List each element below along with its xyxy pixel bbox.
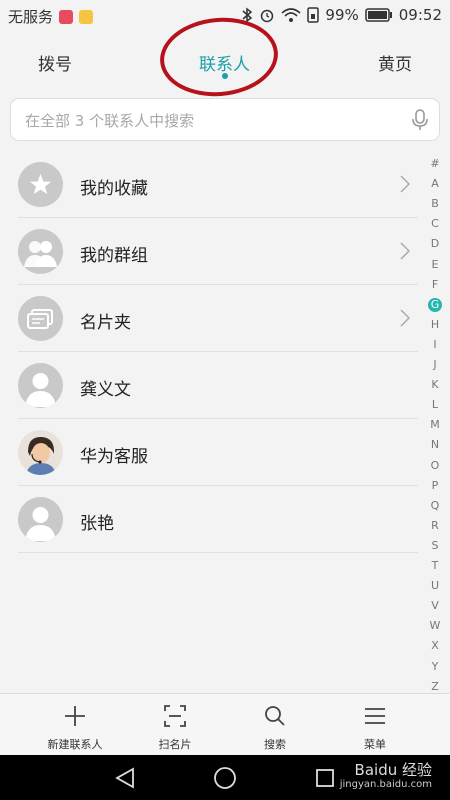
index-letter-h[interactable]: H	[424, 315, 446, 335]
index-letter-y[interactable]: Y	[424, 657, 446, 677]
clock: 09:52	[398, 6, 442, 24]
recents-icon[interactable]	[315, 768, 335, 788]
list-item-label: 我的收藏	[80, 179, 148, 199]
person-avatar	[18, 363, 63, 408]
battery-percent: 99%	[325, 6, 359, 24]
index-letter-c[interactable]: C	[424, 214, 446, 234]
sim-icon	[307, 7, 320, 23]
index-letter-q[interactable]: Q	[424, 496, 446, 516]
menu-label: 菜单	[364, 738, 386, 751]
divider	[18, 552, 418, 553]
list-item-groups[interactable]: 我的群组	[0, 218, 418, 285]
index-letter-o[interactable]: O	[424, 456, 446, 476]
index-letter-n[interactable]: N	[424, 435, 446, 455]
chevron-right-icon	[400, 175, 410, 193]
search-icon	[265, 706, 285, 726]
list-item-label: 名片夹	[80, 313, 131, 333]
microphone-icon[interactable]	[411, 109, 429, 131]
notification-app-icon	[79, 9, 94, 24]
index-letter-i[interactable]: I	[424, 335, 446, 355]
scan-card-label: 扫名片	[158, 738, 192, 751]
card-icon	[18, 296, 63, 341]
index-letter-w[interactable]: W	[424, 616, 446, 636]
tab-yellow-pages[interactable]: 黄页	[378, 50, 412, 75]
index-letter-s[interactable]: S	[424, 536, 446, 556]
contact-name: 龚义文	[80, 380, 131, 400]
group-icon	[18, 229, 63, 274]
tab-dialer[interactable]: 拨号	[38, 50, 72, 75]
index-letter-e[interactable]: E	[424, 255, 446, 275]
health-app-icon	[59, 9, 74, 24]
index-letter-t[interactable]: T	[424, 556, 446, 576]
index-letter-b[interactable]: B	[424, 194, 446, 214]
contact-name: 张艳	[80, 514, 114, 534]
search-input[interactable]	[23, 109, 407, 133]
index-letter-l[interactable]: L	[424, 395, 446, 415]
index-letter-x[interactable]: X	[424, 636, 446, 656]
index-letter-j[interactable]: J	[424, 355, 446, 375]
carrier-label: 无服务	[8, 8, 54, 26]
index-letter-u[interactable]: U	[424, 576, 446, 596]
list-item-favorites[interactable]: 我的收藏	[0, 151, 418, 218]
plus-icon	[65, 706, 85, 726]
list-item-card-holder[interactable]: 名片夹	[0, 285, 418, 352]
home-icon[interactable]	[213, 766, 237, 790]
index-letter-hash[interactable]: #	[424, 154, 446, 174]
index-letter-a[interactable]: A	[424, 174, 446, 194]
system-nav-bar: Baidu 经验 jingyan.baidu.com	[0, 755, 450, 800]
index-letter-m[interactable]: M	[424, 415, 446, 435]
wifi-icon	[281, 8, 301, 22]
contact-row[interactable]: 华为客服	[0, 419, 418, 486]
chevron-right-icon	[400, 309, 410, 327]
chevron-right-icon	[400, 242, 410, 260]
star-icon	[18, 162, 63, 207]
list-item-label: 我的群组	[80, 246, 148, 266]
new-contact-button[interactable]: 新建联系人	[30, 694, 120, 756]
search-box[interactable]	[10, 98, 440, 141]
search-button[interactable]: 搜索	[230, 694, 320, 756]
scan-card-button[interactable]: 扫名片	[130, 694, 220, 756]
index-letter-v[interactable]: V	[424, 596, 446, 616]
contact-name: 华为客服	[80, 447, 148, 467]
huawei-service-avatar	[18, 430, 63, 475]
watermark-url: jingyan.baidu.com	[339, 779, 432, 790]
menu-icon	[365, 708, 385, 724]
person-avatar	[18, 497, 63, 542]
contact-list: 我的收藏 我的群组 名片夹 龚义文 华为客服 张艳	[0, 151, 418, 553]
contact-row[interactable]: 张艳	[0, 486, 418, 553]
index-letter-p[interactable]: P	[424, 476, 446, 496]
contact-row[interactable]: 龚义文	[0, 352, 418, 419]
index-letter-g[interactable]: G	[424, 295, 446, 315]
scan-icon	[164, 705, 186, 727]
search-label: 搜索	[264, 738, 286, 751]
index-letter-d[interactable]: D	[424, 234, 446, 254]
new-contact-label: 新建联系人	[47, 738, 103, 751]
menu-button[interactable]: 菜单	[330, 694, 420, 756]
alarm-icon	[261, 9, 274, 23]
index-letter-k[interactable]: K	[424, 375, 446, 395]
bottom-toolbar: 新建联系人 扫名片 搜索 菜单	[0, 693, 450, 756]
battery-icon	[365, 8, 392, 22]
watermark-brand: Baidu 经验	[354, 761, 432, 779]
index-letter-f[interactable]: F	[424, 275, 446, 295]
back-icon[interactable]	[115, 767, 135, 789]
index-letter-r[interactable]: R	[424, 516, 446, 536]
